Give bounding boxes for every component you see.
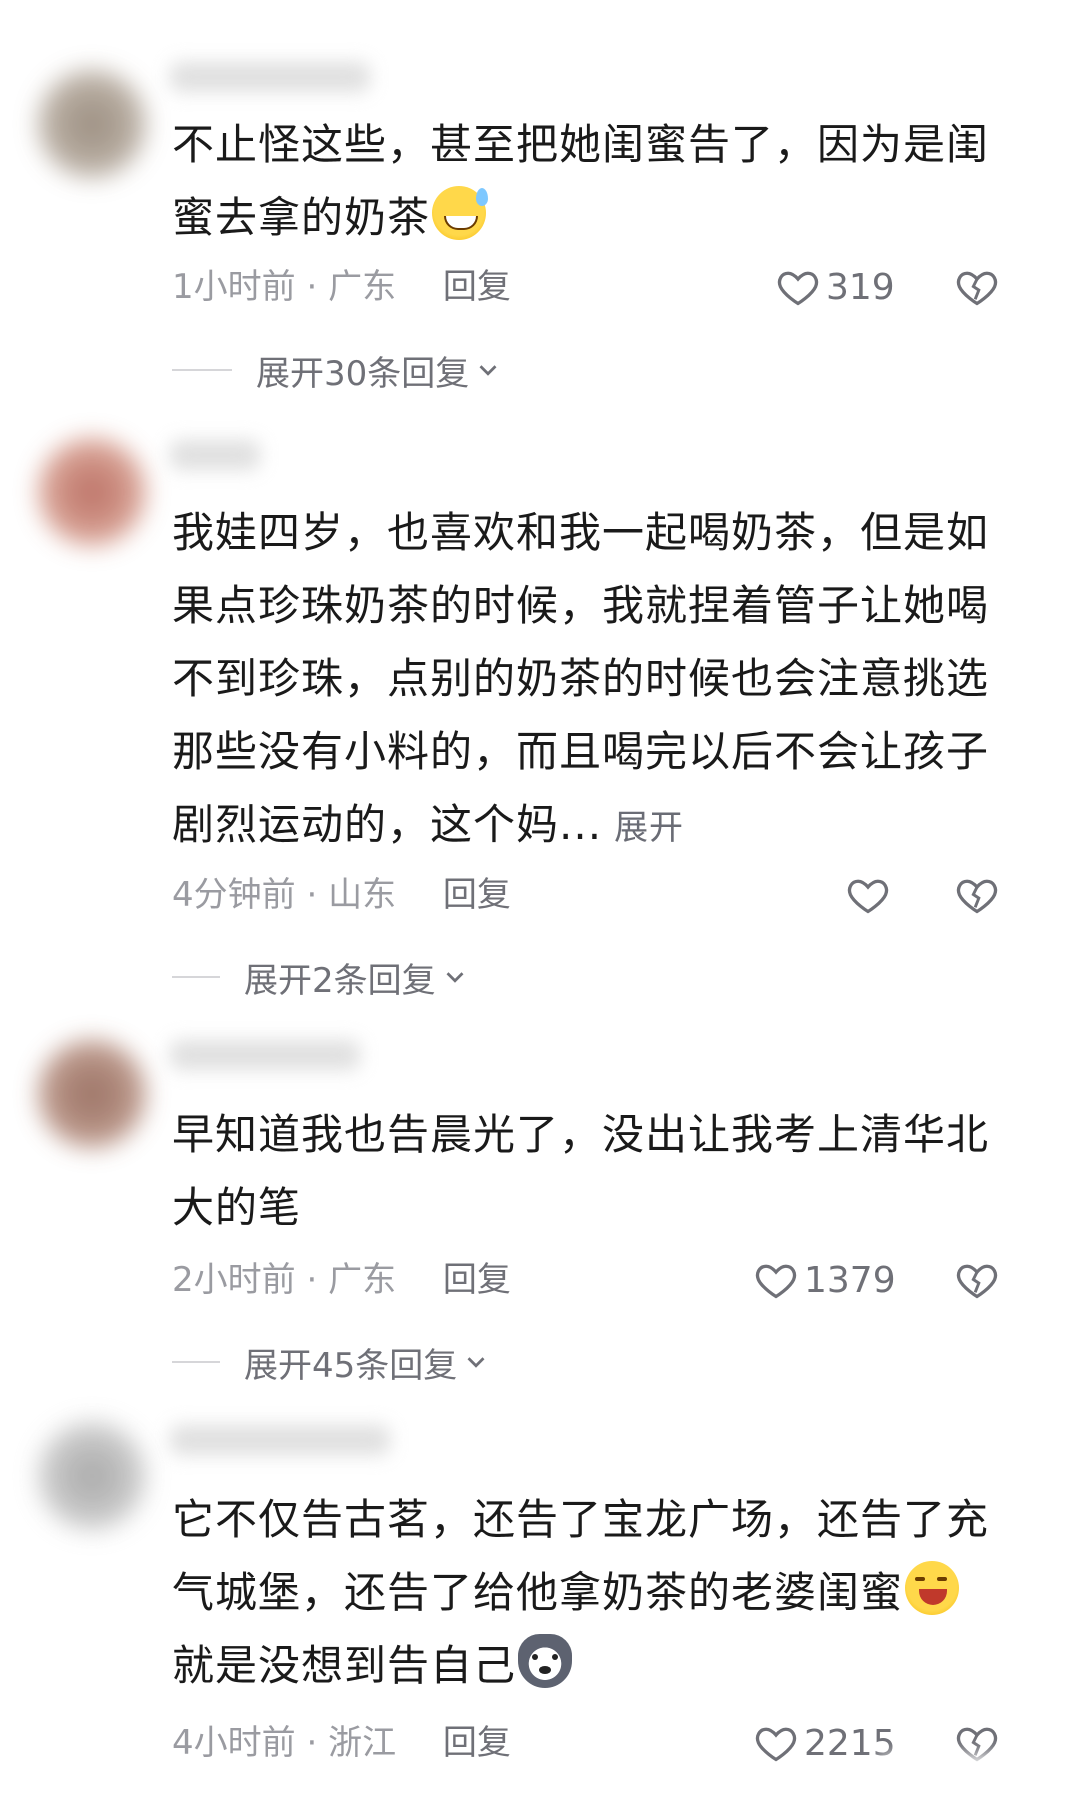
comment-text-content: 不止怪这些，甚至把她闺蜜告了，因为是闺蜜去拿的奶茶: [172, 120, 990, 242]
reply-button[interactable]: 回复: [443, 1260, 511, 1300]
watermark-overlay: [880, 1755, 1040, 1799]
heart-icon: [847, 879, 889, 914]
expand-replies-button[interactable]: 展开45条回复: [172, 1340, 491, 1386]
comment-text-line: 它不仅告古茗，还告了宝龙广场，还告了充: [172, 1495, 990, 1544]
avatar[interactable]: [38, 438, 146, 546]
comment-meta: 4分钟前 · 山东 回复: [172, 875, 511, 915]
like-button[interactable]: 319: [776, 262, 895, 312]
expand-replies-label: 展开2条回复: [244, 960, 436, 1001]
username-blurred[interactable]: [170, 1425, 390, 1455]
username-blurred[interactable]: [170, 440, 260, 470]
sweat-grin-emoji-icon: [432, 186, 489, 240]
comment-text: 不止怪这些，甚至把她闺蜜告了，因为是闺蜜去拿的奶茶: [172, 108, 1012, 254]
heart-icon: [755, 1264, 797, 1299]
divider-line: [172, 1361, 220, 1363]
comment-time: 1小时前: [172, 267, 296, 307]
expand-text-link[interactable]: 展开: [614, 808, 684, 848]
comment-location: 山东: [328, 875, 397, 915]
husky-dog-emoji-icon: [518, 1634, 573, 1688]
chevron-down-icon: [479, 365, 497, 376]
comment-location: 浙江: [328, 1723, 397, 1763]
comment-text-line: 气城堡，还告了给他拿奶茶的老婆闺蜜: [172, 1568, 904, 1617]
chevron-down-icon: [446, 972, 464, 983]
divider-line: [172, 369, 232, 371]
like-count: 1379: [804, 1259, 896, 1301]
like-button[interactable]: 2215: [754, 1718, 896, 1768]
reply-button[interactable]: 回复: [443, 267, 511, 307]
divider-line: [172, 976, 220, 978]
comment-meta: 2小时前 · 广东 回复: [172, 1260, 511, 1300]
comment-text-line: 就是没想到告自己: [172, 1641, 517, 1690]
broken-heart-icon[interactable]: [955, 265, 999, 309]
comment-text: 我娃四岁，也喜欢和我一起喝奶茶，但是如果点珍珠奶茶的时候，我就捏着管子让她喝不到…: [172, 496, 1012, 865]
chevron-down-icon: [467, 1357, 485, 1368]
broken-heart-icon[interactable]: [955, 873, 999, 917]
comment-time: 4小时前: [172, 1723, 296, 1763]
comment-time: 2小时前: [172, 1260, 296, 1300]
heart-icon: [777, 271, 819, 306]
comment-text-content: 早知道我也告晨光了，没出让我考上清华北大的笔: [172, 1110, 990, 1232]
like-button[interactable]: 1379: [754, 1255, 896, 1305]
comment-meta: 1小时前 · 广东 回复: [172, 267, 511, 307]
reply-button[interactable]: 回复: [443, 875, 511, 915]
expand-replies-label: 展开30条回复: [256, 353, 470, 394]
comment-location: 广东: [328, 267, 397, 307]
comment-time: 4分钟前: [172, 875, 296, 915]
comment-text-line-with-emoji: 气城堡，还告了给他拿奶茶的老婆闺蜜: [172, 1556, 1012, 1629]
avatar[interactable]: [38, 1040, 146, 1148]
comment-location: 广东: [328, 1260, 397, 1300]
comment-text-line-with-emoji: 就是没想到告自己: [172, 1629, 1012, 1702]
expand-replies-label: 展开45条回复: [244, 1345, 458, 1386]
comment-text-content: 我娃四岁，也喜欢和我一起喝奶茶，但是如果点珍珠奶茶的时候，我就捏着管子让她喝不到…: [172, 508, 990, 849]
username-blurred[interactable]: [170, 1040, 360, 1070]
reply-button[interactable]: 回复: [443, 1723, 511, 1763]
avatar[interactable]: [38, 1422, 146, 1530]
username-blurred[interactable]: [170, 62, 370, 92]
avatar[interactable]: [38, 70, 146, 178]
broken-heart-icon[interactable]: [955, 1258, 999, 1302]
heart-icon: [755, 1727, 797, 1762]
comment-meta: 4小时前 · 浙江 回复: [172, 1723, 511, 1763]
wink-tongue-emoji-icon: [905, 1561, 960, 1615]
expand-replies-button[interactable]: 展开30条回复: [172, 348, 503, 394]
comment-text: 它不仅告古茗，还告了宝龙广场，还告了充 气城堡，还告了给他拿奶茶的老婆闺蜜 就是…: [172, 1483, 1012, 1702]
expand-replies-button[interactable]: 展开2条回复: [172, 955, 470, 1001]
like-button[interactable]: [846, 870, 890, 920]
like-count: 319: [826, 266, 895, 308]
comment-text: 早知道我也告晨光了，没出让我考上清华北大的笔: [172, 1098, 1012, 1244]
